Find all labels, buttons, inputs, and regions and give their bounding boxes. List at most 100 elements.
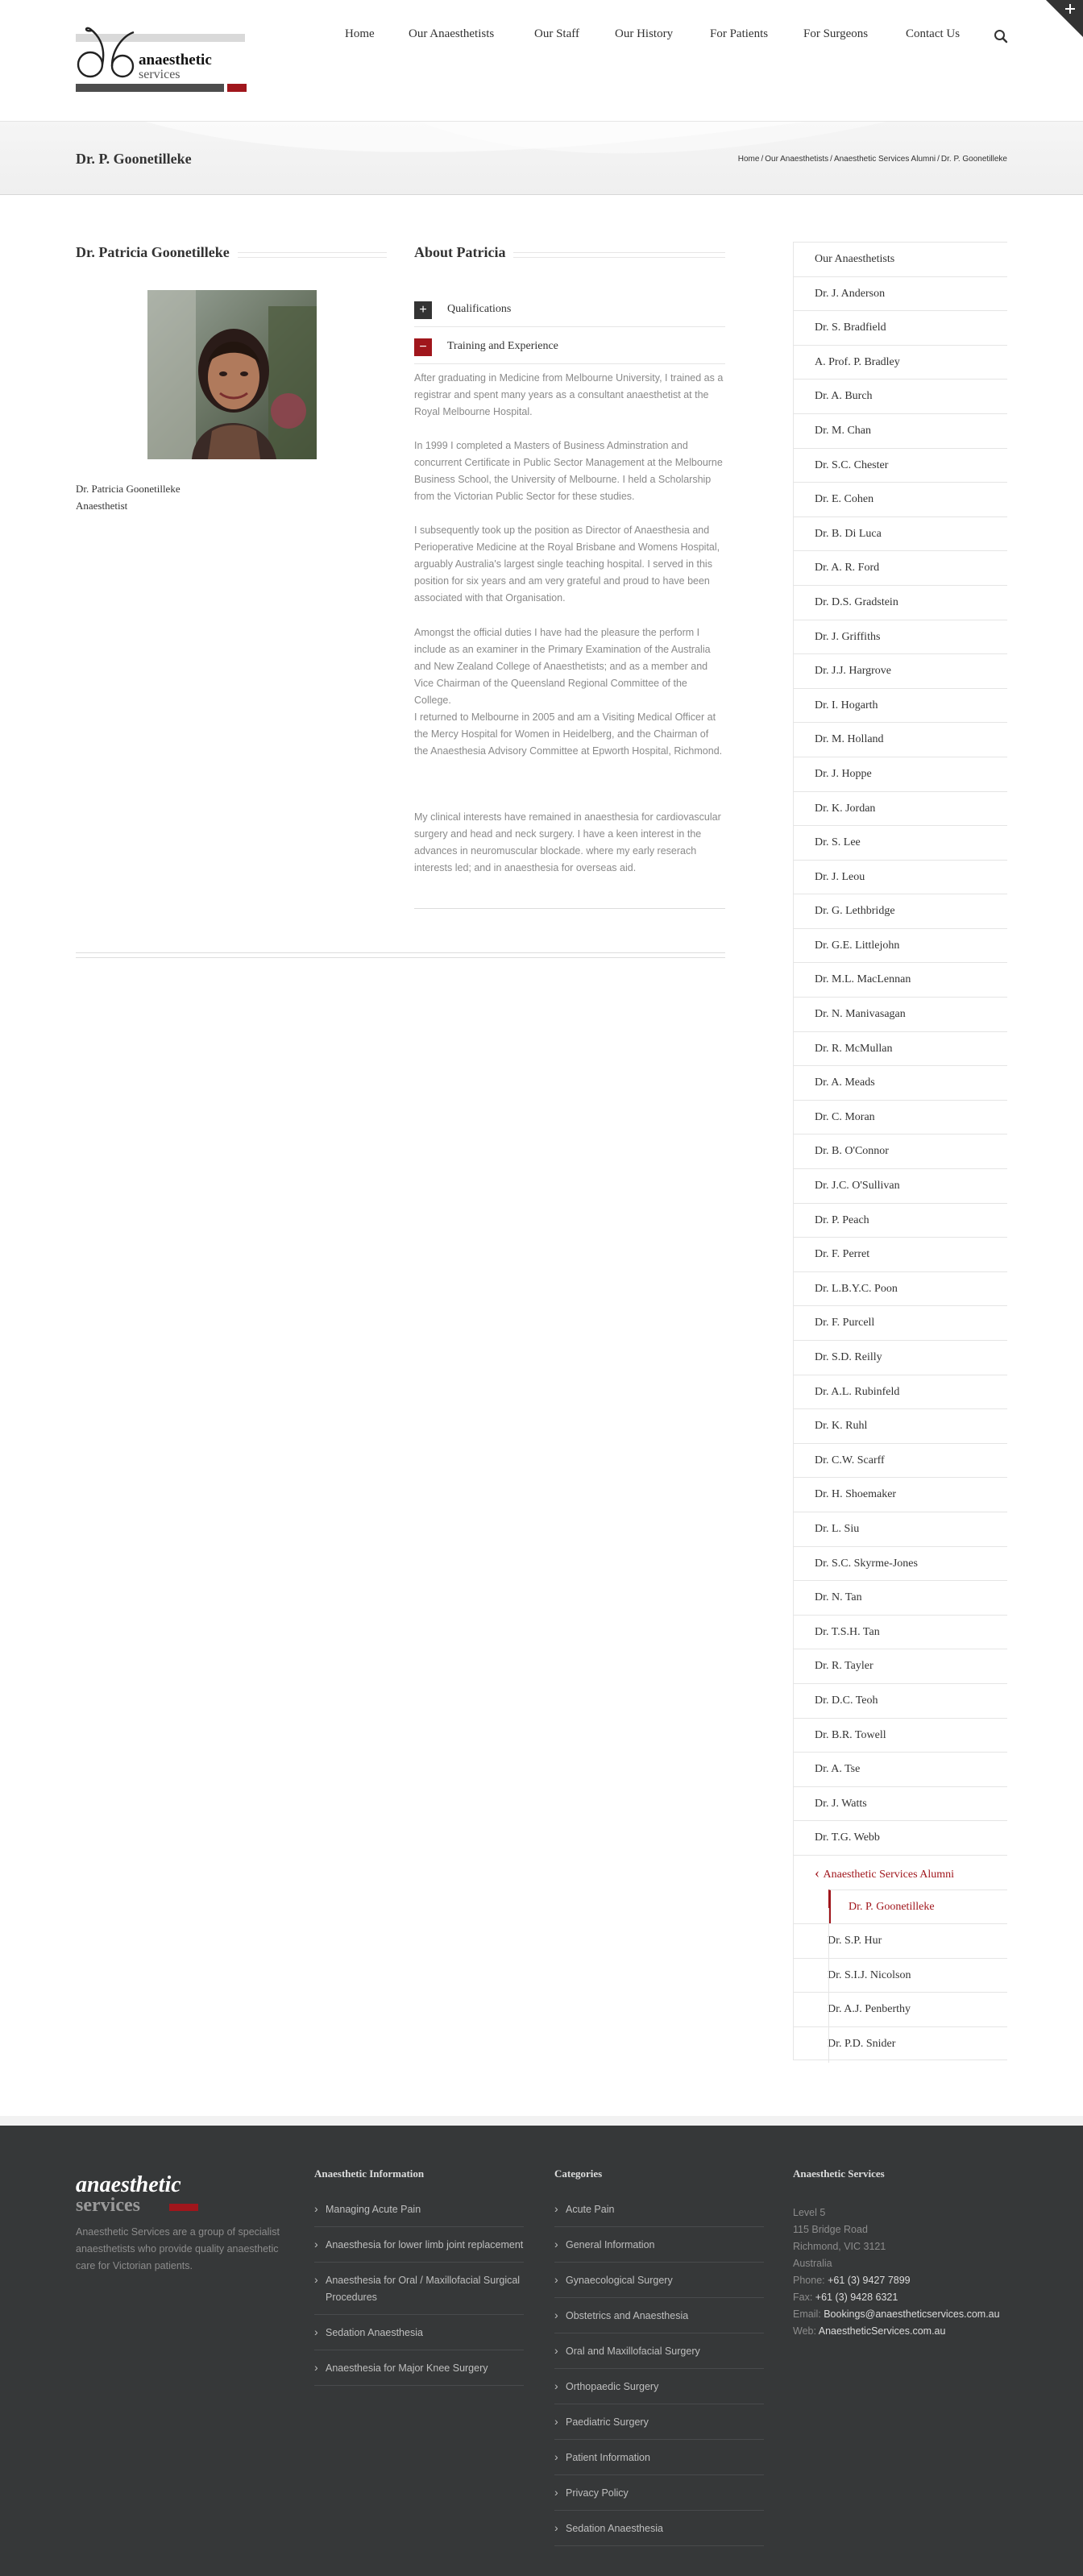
sidebar-item-label: Dr. S.D. Reilly — [815, 1351, 882, 1363]
footer-link[interactable]: Anaesthesia for Major Knee Surgery — [314, 2350, 524, 2386]
sidebar-item[interactable]: Dr. M. Chan — [794, 413, 1007, 448]
sidebar-item[interactable]: Dr. C.W. Scarff — [794, 1442, 1007, 1478]
sidebar-item[interactable]: Dr. T.S.H. Tan — [794, 1614, 1007, 1649]
sidebar-item-label: Dr. J.J. Hargrove — [815, 665, 892, 678]
footer-link[interactable]: Gynaecological Surgery — [554, 2263, 764, 2298]
sidebar-item[interactable]: A. Prof. P. Bradley — [794, 344, 1007, 380]
sidebar-item[interactable]: Dr. S.C. Chester — [794, 447, 1007, 483]
footer-link[interactable]: Oral and Maxillofacial Surgery — [554, 2333, 764, 2369]
footer-link[interactable]: Anaesthesia for Oral / Maxillofacial Sur… — [314, 2263, 524, 2315]
sidebar-item[interactable]: Dr. P. Goonetilleke — [828, 1889, 1007, 1924]
sidebar-item[interactable]: Dr. A.L. Rubinfeld — [794, 1374, 1007, 1409]
sidebar-item[interactable]: Dr. N. Manivasagan — [794, 997, 1007, 1031]
sidebar-item[interactable]: Dr. B. O'Connor — [794, 1134, 1007, 1168]
plus-icon[interactable] — [1046, 0, 1083, 37]
footer-link[interactable]: Sedation Anaesthesia — [554, 2511, 764, 2546]
sidebar-item[interactable]: Dr. D.S. Gradstein — [794, 584, 1007, 620]
nav-item[interactable]: Our Anaesthetists — [409, 27, 494, 41]
footer-link[interactable]: Anaesthesia for lower limb joint replace… — [314, 2227, 524, 2263]
sidebar-item[interactable]: Dr. I. Hogarth — [794, 687, 1007, 723]
nav-item[interactable]: Home — [345, 27, 375, 41]
search-icon[interactable] — [994, 29, 1008, 44]
sidebar-item[interactable]: Dr. K. Jordan — [794, 790, 1007, 826]
sidebar-item[interactable]: Dr. J. Griffiths — [794, 619, 1007, 654]
sidebar-item[interactable]: Dr. J. Watts — [794, 1786, 1007, 1821]
sidebar-item-label: Dr. P. Peach — [815, 1213, 869, 1226]
nav-item[interactable]: Contact Us — [906, 27, 960, 41]
phone-link[interactable]: +61 (3) 9427 7899 — [828, 2275, 911, 2286]
sidebar-item[interactable]: ‹ Anaesthetic Services Alumni — [794, 1854, 1007, 1889]
email-line: Email: Bookings@anaestheticservices.com.… — [793, 2306, 1035, 2323]
footer-link[interactable]: Obstetrics and Anaesthesia — [554, 2298, 764, 2333]
sidebar-item[interactable]: Dr. S.P. Hur — [794, 1923, 1007, 1958]
sidebar-item[interactable]: Dr. J.C. O'Sullivan — [794, 1168, 1007, 1203]
fax-label: Fax: — [793, 2292, 813, 2303]
nav-item[interactable]: Our Staff — [534, 27, 579, 41]
sidebar-item[interactable]: Dr. S. Lee — [794, 825, 1007, 860]
footer-link[interactable]: Managing Acute Pain — [314, 2192, 524, 2227]
sidebar-item[interactable]: Dr. A. Burch — [794, 379, 1007, 413]
breadcrumb-item[interactable]: Home — [738, 155, 760, 164]
sidebar-item[interactable]: Dr. J. Anderson — [794, 276, 1007, 311]
site-footer: anaesthetic services Anaesthetic Service… — [0, 2126, 1083, 2576]
address-line: Richmond, VIC 3121 — [793, 2241, 886, 2252]
breadcrumb-item[interactable]: Anaesthetic Services Alumni — [834, 155, 936, 164]
sidebar-item[interactable]: Dr. B. Di Luca — [794, 516, 1007, 551]
sidebar-item[interactable]: Dr. E. Cohen — [794, 482, 1007, 516]
footer-link[interactable]: General Information — [554, 2227, 764, 2263]
sidebar-item[interactable]: Dr. T.G. Webb — [794, 1820, 1007, 1855]
sidebar-item[interactable]: Dr. S.C. Skyrme-Jones — [794, 1545, 1007, 1581]
sidebar-item[interactable]: Dr. B.R. Towell — [794, 1717, 1007, 1753]
breadcrumb-separator: / — [937, 155, 940, 164]
sidebar-item[interactable]: Dr. J. Leou — [794, 859, 1007, 894]
sidebar-item-label: Dr. J. Hoppe — [815, 767, 872, 780]
sidebar-item[interactable]: Dr. S.I.J. Nicolson — [794, 1957, 1007, 1993]
sidebar-item[interactable]: Dr. A.J. Penberthy — [794, 1992, 1007, 2026]
sidebar-item[interactable]: Dr. F. Purcell — [794, 1305, 1007, 1340]
email-link[interactable]: Bookings@anaestheticservices.com.au — [824, 2308, 999, 2320]
sidebar-item[interactable]: Dr. A. R. Ford — [794, 550, 1007, 585]
sidebar-item[interactable]: Dr. H. Shoemaker — [794, 1477, 1007, 1512]
sidebar-item[interactable]: Dr. F. Perret — [794, 1237, 1007, 1271]
accordion-toggle[interactable]: − Training and Experience — [414, 330, 725, 359]
footer-link[interactable]: Patient Information — [554, 2440, 764, 2475]
site-header: anaesthetic services Home Our Anaesthetis… — [0, 0, 1083, 121]
sidebar-item[interactable]: Dr. J.J. Hargrove — [794, 653, 1007, 688]
sidebar-item[interactable]: Dr. M. Holland — [794, 722, 1007, 757]
footer-link[interactable]: Privacy Policy — [554, 2475, 764, 2511]
sidebar-item[interactable]: Dr. P.D. Snider — [794, 2026, 1007, 2061]
sidebar-item[interactable]: Dr. S.D. Reilly — [794, 1340, 1007, 1375]
nav-item[interactable]: For Patients — [710, 27, 768, 41]
sidebar-item[interactable]: Dr. K. Ruhl — [794, 1408, 1007, 1443]
sidebar-item[interactable]: Dr. R. McMullan — [794, 1031, 1007, 1066]
sidebar-item[interactable]: Dr. P. Peach — [794, 1202, 1007, 1238]
sidebar-item-label: Dr. R. Tayler — [815, 1660, 873, 1673]
footer-link[interactable]: Orthopaedic Surgery — [554, 2369, 764, 2404]
sidebar-item[interactable]: Our Anaesthetists — [794, 242, 1007, 276]
nav-item[interactable]: Our History — [615, 27, 673, 41]
footer-info-links: Managing Acute PainAnaesthesia for lower… — [314, 2192, 524, 2386]
sidebar-item[interactable]: Dr. A. Tse — [794, 1752, 1007, 1786]
sidebar-item[interactable]: Dr. S. Bradfield — [794, 310, 1007, 345]
content-divider — [76, 952, 725, 958]
web-link[interactable]: AnaestheticServices.com.au — [819, 2325, 946, 2337]
sidebar-item[interactable]: Dr. G.E. Littlejohn — [794, 927, 1007, 963]
sidebar-item[interactable]: Dr. M.L. MacLennan — [794, 962, 1007, 997]
nav-item[interactable]: For Surgeons — [803, 27, 868, 41]
footer-link[interactable]: Acute Pain — [554, 2192, 764, 2227]
footer-link[interactable]: Sedation Anaesthesia — [314, 2315, 524, 2350]
accordion-divider — [414, 326, 725, 327]
sidebar-item[interactable]: Dr. A. Meads — [794, 1065, 1007, 1100]
sidebar-item[interactable]: Dr. C. Moran — [794, 1099, 1007, 1135]
sidebar-item[interactable]: Dr. J. Hoppe — [794, 756, 1007, 791]
sidebar-item[interactable]: Dr. L. Siu — [794, 1511, 1007, 1546]
footer-link[interactable]: Paediatric Surgery — [554, 2404, 764, 2440]
accordion-toggle[interactable]: + Qualifications — [414, 293, 725, 322]
sidebar-item[interactable]: Dr. D.C. Teoh — [794, 1682, 1007, 1718]
sidebar-item[interactable]: Dr. R. Tayler — [794, 1649, 1007, 1683]
sidebar-item[interactable]: Dr. N. Tan — [794, 1580, 1007, 1615]
sidebar-item[interactable]: Dr. G. Lethbridge — [794, 894, 1007, 928]
sidebar-item[interactable]: Dr. L.B.Y.C. Poon — [794, 1271, 1007, 1306]
breadcrumb-item[interactable]: Our Anaesthetists — [765, 155, 828, 164]
profile-photo — [147, 290, 317, 459]
